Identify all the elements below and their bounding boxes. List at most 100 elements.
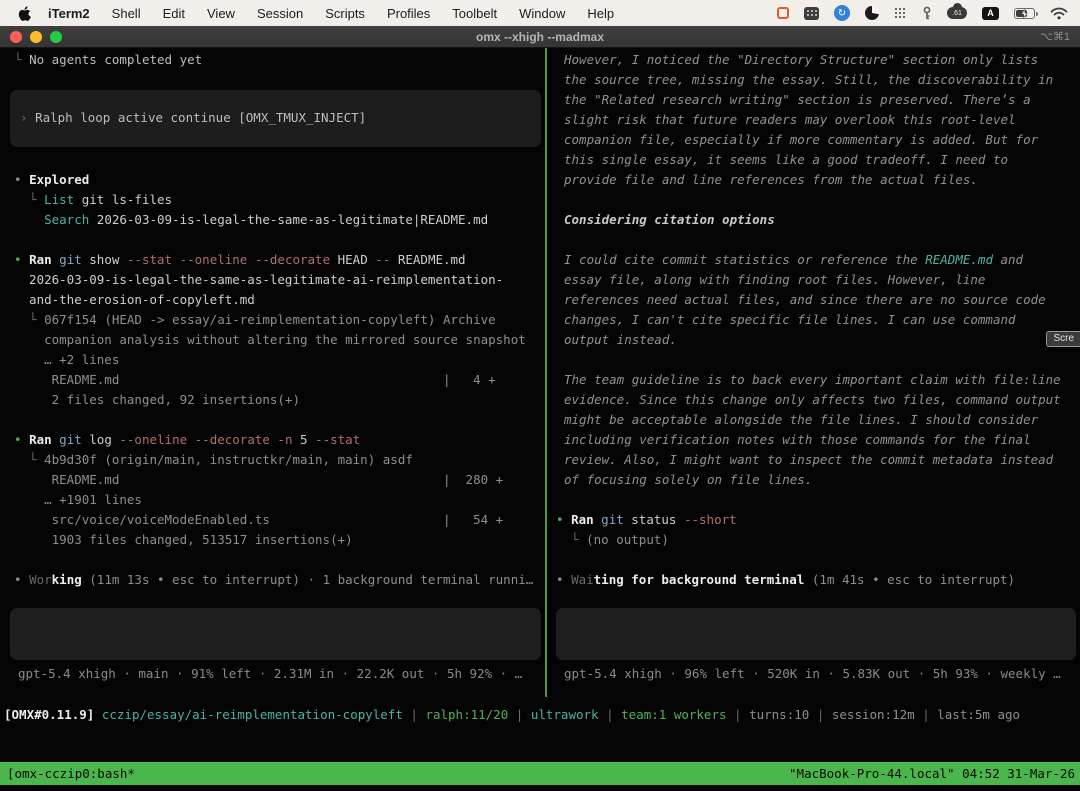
text-segment: references need actual files, and since … (564, 292, 1046, 307)
minimize-button[interactable] (30, 30, 42, 43)
terminal-line: the "Related research writing" section i… (556, 90, 1080, 110)
menu-item-help[interactable]: Help (576, 6, 625, 21)
menu-item-window[interactable]: Window (508, 6, 576, 21)
battery-icon[interactable] (1014, 7, 1038, 19)
keyboard-icon[interactable] (804, 6, 819, 20)
text-segment: evidence. Since this change only affects… (564, 392, 1061, 407)
left-prompt-input[interactable]: › Improve documentation in @filename (10, 608, 541, 660)
text-segment: Ran (571, 512, 594, 527)
text-segment: slight risk that future readers may over… (564, 112, 1016, 127)
apple-menu-icon[interactable] (18, 5, 31, 21)
tmux-pane-divider[interactable] (545, 48, 547, 697)
text-segment: git (51, 432, 82, 447)
terminal-line: └ (no output) (556, 530, 1080, 550)
text-segment: 1903 files changed, 513517 insertions(+) (14, 532, 353, 547)
text-segment: --stat --oneline --decorate (119, 252, 331, 267)
menu-item-edit[interactable]: Edit (152, 6, 196, 21)
tmux-session-label: [omx-cczip0:bash* (7, 766, 135, 781)
menu-item-session[interactable]: Session (246, 6, 314, 21)
menu-item-profiles[interactable]: Profiles (376, 6, 441, 21)
terminal-line: src/voice/voiceModeEnabled.ts | 54 + (14, 510, 545, 530)
ralph-inject-box: › Ralph loop active continue [OMX_TMUX_I… (10, 90, 541, 147)
text-segment: and-the-erosion-of-copyleft.md (14, 292, 255, 307)
menu-item-shell[interactable]: Shell (101, 6, 152, 21)
menu-item-scripts[interactable]: Scripts (314, 6, 376, 21)
input-source-a-icon[interactable]: A (982, 6, 999, 20)
right-status-line: gpt-5.4 xhigh · 96% left · 520K in · 5.8… (564, 666, 1061, 681)
terminal-line: README.md | 4 + (14, 370, 545, 390)
terminal-line: … +1901 lines (14, 490, 545, 510)
text-segment (14, 212, 44, 227)
text-segment: log (81, 432, 112, 447)
text-segment: last:5m ago (937, 707, 1021, 722)
text-segment: README.md | 280 + (14, 472, 504, 487)
text-segment: changes, I can't cite specific file line… (564, 312, 1016, 327)
window-shortcut-badge: ⌥⌘1 (1040, 31, 1070, 43)
text-segment: --stat (307, 432, 361, 447)
terminal-line: output instead. (556, 330, 1080, 350)
terminal-line: might be acceptable alongside the file l… (556, 410, 1080, 430)
zoom-button[interactable] (50, 30, 62, 43)
text-segment: this single essay, it seems like a good … (564, 152, 1009, 167)
terminal-line: Search 2026-03-09-is-legal-the-same-as-l… (14, 210, 545, 230)
wifi-icon[interactable] (1050, 7, 1068, 20)
text-segment: • (14, 572, 30, 587)
terminal-line: this single essay, it seems like a good … (556, 150, 1080, 170)
focus-pie-icon[interactable] (865, 6, 879, 20)
terminal-line: └ No agents completed yet (14, 50, 545, 70)
text-segment: › (20, 110, 36, 125)
text-segment: ralph:11/20 (425, 707, 509, 722)
text-segment: | (809, 707, 832, 722)
left-pane[interactable]: └ No agents completed yet • Explored └ Li… (0, 48, 545, 697)
menu-item-view[interactable]: View (196, 6, 246, 21)
terminal-line: • Explored (14, 170, 545, 190)
text-segment: • (556, 512, 572, 527)
terminal-line: I could cite commit statistics or refere… (556, 250, 1080, 270)
terminal-line: However, I noticed the "Directory Struct… (556, 50, 1080, 70)
cloud-icon[interactable]: .61 (947, 3, 967, 19)
text-segment: However, I noticed the "Directory Struct… (564, 52, 1039, 67)
right-pane[interactable]: However, I noticed the "Directory Struct… (548, 48, 1080, 697)
text-segment: git ls-files (74, 192, 173, 207)
grid-icon[interactable] (894, 7, 907, 20)
terminal-line: • Ran git log --oneline --decorate -n 5 … (14, 430, 545, 450)
text-segment: provide file and line references from th… (564, 172, 978, 187)
terminal-line: • Working (11m 13s • esc to interrupt) ·… (14, 570, 545, 590)
terminal-line: references need actual files, and since … (556, 290, 1080, 310)
close-button[interactable] (10, 30, 22, 43)
terminal-line: • Ran git status --short (556, 510, 1080, 530)
keys-icon[interactable] (922, 6, 932, 21)
terminal-line: companion file, especially if more comme… (556, 130, 1080, 150)
text-segment: status (623, 512, 677, 527)
terminal-line: essay file, along with finding root file… (556, 270, 1080, 290)
menu-items: iTerm2 Shell Edit View Session Scripts Profile… (39, 6, 625, 21)
text-segment: -- (367, 252, 391, 267)
text-segment: | (914, 707, 938, 722)
text-segment: | (508, 707, 531, 722)
screen-recording-icon[interactable] (777, 7, 789, 19)
text-segment: git (593, 512, 624, 527)
text-segment: I could cite commit statistics or refere… (564, 252, 926, 267)
menu-item-iterm2[interactable]: iTerm2 (39, 6, 101, 21)
text-segment: └ (14, 452, 45, 467)
text-segment: README.md (390, 252, 466, 267)
text-segment: output instead. (564, 332, 677, 347)
text-segment: essay file, along with finding root file… (564, 272, 986, 287)
text-segment: List (44, 192, 75, 207)
text-segment: The team guideline is to back every impo… (564, 372, 1061, 387)
terminal-line: └ List git ls-files (14, 190, 545, 210)
text-segment: Ralph loop active continue [OMX_TMUX_INJ… (35, 110, 367, 125)
right-prompt-input[interactable]: › Improve documentation in @filename (556, 608, 1076, 660)
text-segment: Search (44, 212, 90, 227)
screen-overlay-tab[interactable]: Scre (1046, 331, 1080, 347)
text-segment: (1m 41s • esc to interrupt) (804, 572, 1016, 587)
text-segment: Ran (29, 252, 52, 267)
text-segment: 5 (292, 432, 308, 447)
sync-icon[interactable]: ↻ (834, 5, 850, 21)
menu-item-toolbelt[interactable]: Toolbelt (441, 6, 508, 21)
